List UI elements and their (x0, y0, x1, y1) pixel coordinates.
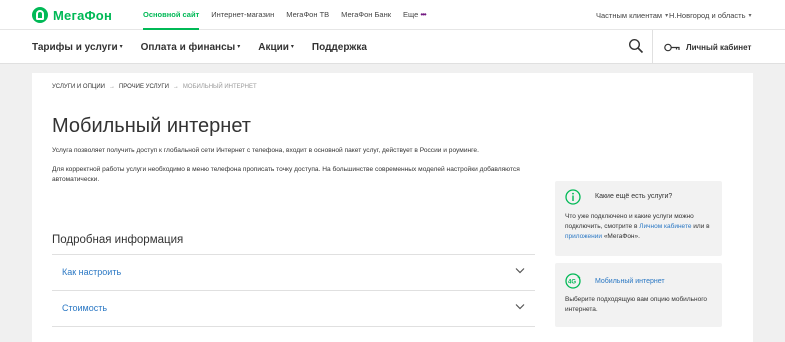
nav-promotions[interactable]: Акции ▾ (258, 42, 294, 53)
top-nav: Основной сайт Интернет-магазин МегаФон Т… (143, 0, 438, 30)
client-type-label: Частным клиентам (596, 10, 663, 20)
svg-text:4G: 4G (568, 280, 576, 286)
personal-cabinet-link[interactable]: Личный кабинет (664, 30, 751, 64)
nav-divider (652, 30, 653, 64)
search-icon[interactable] (628, 38, 644, 54)
page-title: Мобильный интернет (52, 115, 251, 137)
caret-down-icon: ▾ (290, 44, 294, 51)
nav-support[interactable]: Поддержка (312, 42, 367, 53)
other-services-box: Какие ещё есть услуги? Что уже подключен… (555, 181, 722, 256)
svg-text:+: + (578, 275, 581, 281)
megafon-logo[interactable]: МегаФон (32, 7, 112, 23)
nav-support-label: Поддержка (311, 41, 367, 53)
accordion-label: Как настроить (62, 267, 122, 277)
mobile-internet-box: 4G + Мобильный интернет Выберите подходя… (555, 263, 722, 327)
breadcrumb-arrow-icon: → (172, 84, 179, 90)
personal-cabinet-inline-link[interactable]: Личном кабинете (639, 223, 691, 230)
topnav-megafon-tv[interactable]: МегаФон ТВ (286, 0, 329, 30)
topnav-more[interactable]: Еще ••• (403, 0, 427, 30)
mobile-internet-text: Выберите подходящую вам опцию мобильного… (565, 296, 708, 313)
service-setup-note: Для корректной работы услуги необходимо … (52, 166, 520, 183)
topnav-megafon-bank[interactable]: МегаФон Банк (341, 0, 391, 30)
nav-promotions-label: Акции (258, 41, 289, 53)
top-bar: МегаФон Основной сайт Интернет-магазин М… (0, 0, 785, 30)
other-services-text-c: «МегаФон». (603, 233, 640, 240)
chevron-down-icon (515, 268, 525, 274)
breadcrumb-services-options[interactable]: Услуги и опции (52, 84, 105, 90)
nav-payment-label: Оплата и финансы (140, 41, 236, 53)
logo-text: МегаФон (53, 7, 112, 23)
content-card: Услуги и опции → Прочие услуги → Мобильн… (32, 73, 753, 342)
chevron-down-icon: ▾ (665, 12, 669, 19)
chevron-down-icon (515, 304, 525, 310)
accordion-divider (52, 326, 535, 327)
breadcrumb-arrow-icon: → (108, 84, 115, 90)
mobile-internet-link[interactable]: Мобильный интернет (595, 278, 665, 285)
key-icon (664, 43, 680, 51)
region-select[interactable]: Н.Новгород и область ▾ (669, 0, 752, 30)
caret-down-icon: ▾ (119, 44, 123, 51)
nav-payment-finance[interactable]: Оплата и финансы ▾ (141, 42, 241, 53)
more-dots-icon: ••• (420, 10, 426, 19)
other-services-title: Какие ещё есть услуги? (595, 193, 673, 200)
other-services-text: Что уже подключено и какие услуги можно … (565, 212, 715, 242)
topnav-online-shop[interactable]: Интернет-магазин (211, 0, 274, 30)
nav-tariffs-label: Тарифы и услуги (32, 41, 118, 53)
region-label: Н.Новгород и область (669, 10, 746, 20)
breadcrumb-current: Мобильный интернет (182, 84, 257, 90)
breadcrumb: Услуги и опции → Прочие услуги → Мобильн… (52, 84, 257, 90)
main-nav: Тарифы и услуги ▾ Оплата и финансы ▾ Акции… (0, 30, 785, 64)
accordion-label: Стоимость (62, 303, 108, 313)
topnav-more-label: Еще (403, 10, 419, 19)
service-description: Услуга позволяет получить доступ к глоба… (52, 147, 479, 154)
caret-down-icon: ▾ (237, 44, 241, 51)
accordion-how-to-setup[interactable]: Как настроить (52, 254, 535, 290)
lte-icon: 4G + (565, 273, 581, 289)
megafon-logo-icon (32, 7, 48, 23)
other-services-text-b: или в (693, 223, 710, 230)
app-inline-link[interactable]: приложении (565, 233, 602, 240)
client-type-select[interactable]: Частным клиентам ▾ (596, 0, 668, 30)
chevron-down-icon: ▾ (748, 12, 752, 19)
info-icon (565, 189, 581, 205)
personal-cabinet-label: Личный кабинет (686, 42, 752, 52)
accordion-cost[interactable]: Стоимость (52, 290, 535, 326)
topnav-main-site[interactable]: Основной сайт (143, 0, 200, 30)
breadcrumb-other-services[interactable]: Прочие услуги (119, 84, 169, 90)
nav-tariffs-services[interactable]: Тарифы и услуги ▾ (32, 42, 123, 53)
details-heading: Подробная информация (52, 234, 184, 246)
